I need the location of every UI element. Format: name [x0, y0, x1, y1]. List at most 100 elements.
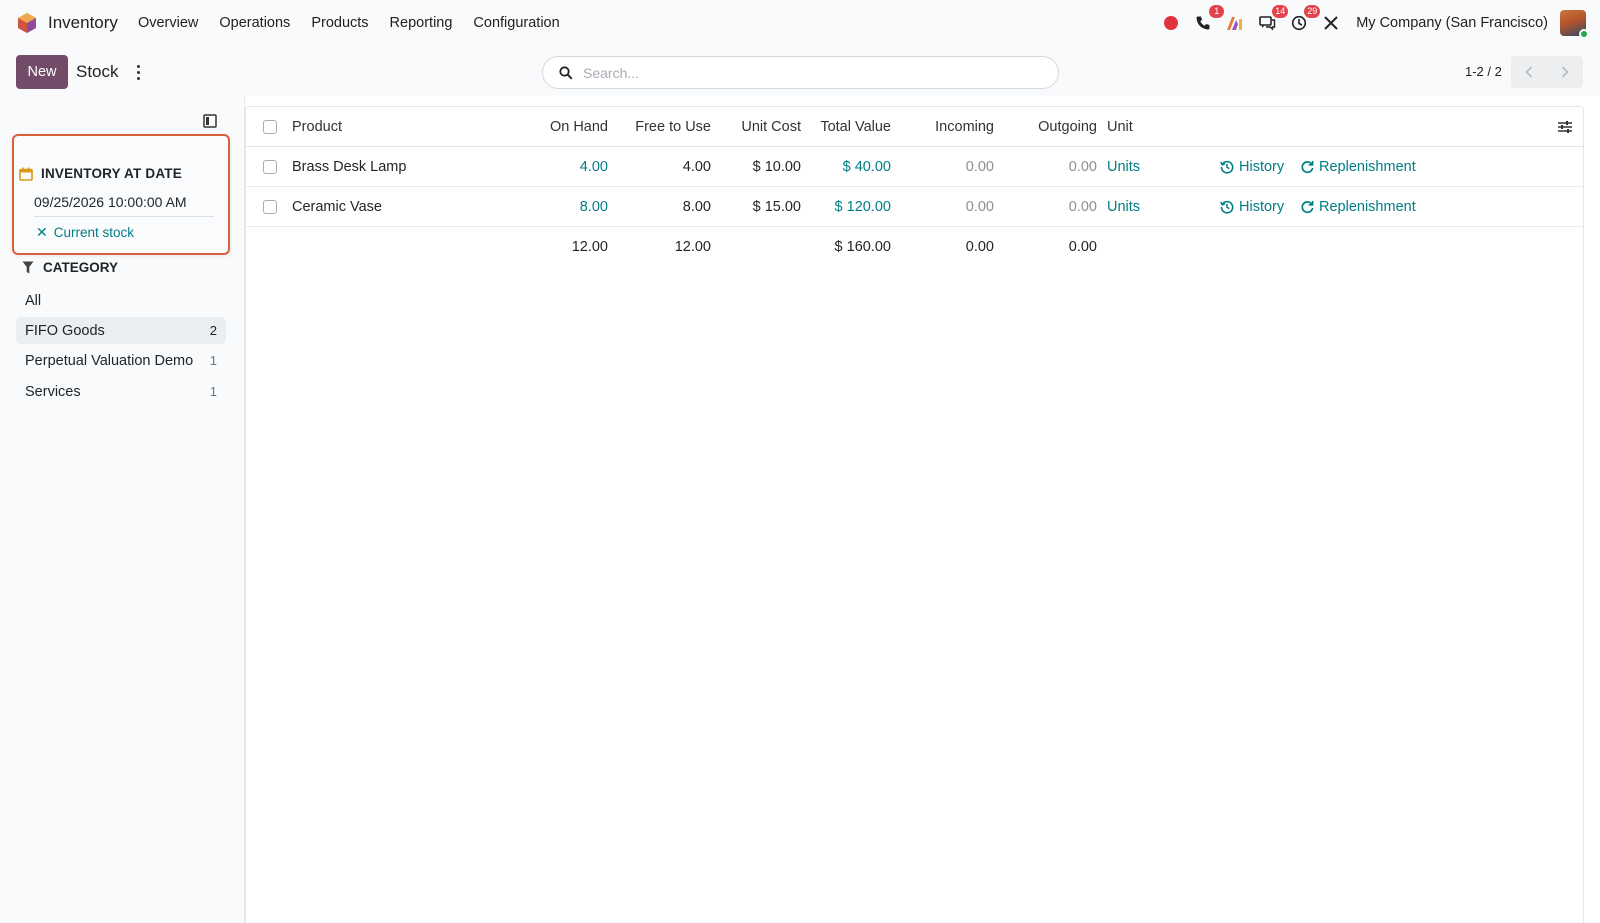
history-icon	[1220, 200, 1234, 214]
breadcrumb-stock: Stock	[76, 62, 119, 81]
category-item-services[interactable]: Services 1	[16, 378, 226, 405]
cell-total-value[interactable]: $ 120.00	[801, 187, 891, 227]
cell-outgoing: 0.00	[1068, 159, 1097, 175]
messages-badge: 14	[1272, 5, 1289, 18]
category-item-count: 1	[209, 384, 217, 399]
category-item-fifo-goods[interactable]: FIFO Goods 2	[16, 317, 226, 344]
pager-value[interactable]: 1-2 / 2	[1465, 64, 1502, 79]
app-name[interactable]: Inventory	[48, 13, 118, 33]
search-input[interactable]	[583, 64, 1023, 81]
user-avatar[interactable]	[1560, 10, 1589, 39]
recording-icon[interactable]	[1160, 12, 1182, 34]
col-product[interactable]: Product	[292, 107, 342, 147]
search-bar[interactable]	[542, 56, 1059, 89]
category-item-perpetual-valuation-demo[interactable]: Perpetual Valuation Demo 1	[16, 347, 226, 374]
pager-next-button[interactable]	[1547, 56, 1583, 88]
cell-unit[interactable]: Units	[1107, 187, 1140, 227]
cell-unit[interactable]: Units	[1107, 147, 1140, 187]
inventory-at-date-header: INVENTORY AT DATE	[19, 166, 182, 181]
col-total-value[interactable]: Total Value	[801, 107, 891, 147]
category-header: CATEGORY	[22, 260, 118, 275]
cell-product[interactable]: Ceramic Vase	[292, 187, 382, 227]
total-incoming: 0.00	[965, 239, 994, 255]
row-checkbox[interactable]	[263, 200, 277, 214]
cell-free-to-use: 4.00	[682, 159, 711, 175]
inventory-app-icon[interactable]	[16, 12, 38, 34]
category-item-label: Services	[25, 383, 81, 400]
phone-icon[interactable]: 1	[1192, 5, 1225, 34]
refresh-icon	[1301, 161, 1314, 174]
new-button[interactable]: New	[16, 55, 68, 89]
column-settings-icon[interactable]	[1557, 119, 1573, 135]
systray: 1 14 29 My Company (San Francisco)	[1150, 0, 1589, 46]
cell-on-hand[interactable]: 4.00	[516, 147, 608, 187]
phone-badge: 1	[1209, 5, 1225, 18]
current-stock-reset-button[interactable]: ✕ Current stock	[36, 224, 134, 241]
table-header: Product On Hand Free to Use Unit Cost To…	[246, 107, 1583, 147]
total-outgoing: 0.00	[1068, 239, 1097, 255]
cell-on-hand[interactable]: 8.00	[516, 187, 608, 227]
activities-badge: 29	[1304, 5, 1321, 18]
col-unit-cost[interactable]: Unit Cost	[716, 107, 801, 147]
col-on-hand[interactable]: On Hand	[516, 107, 608, 147]
calendar-icon	[19, 167, 33, 181]
col-free-to-use[interactable]: Free to Use	[611, 107, 711, 147]
category-item-all[interactable]: All	[16, 287, 226, 314]
history-label: History	[1239, 159, 1285, 175]
col-outgoing[interactable]: Outgoing	[1001, 107, 1097, 147]
cell-total-value[interactable]: $ 40.00	[801, 147, 891, 187]
category-item-count: 2	[209, 323, 217, 338]
category-item-label: All	[25, 292, 42, 309]
history-button[interactable]: History	[1220, 147, 1284, 187]
category-item-label: FIFO Goods	[25, 322, 105, 339]
col-unit[interactable]: Unit	[1107, 107, 1133, 147]
cell-unit-cost: $ 10.00	[752, 159, 801, 175]
close-icon: ✕	[36, 224, 48, 240]
replenishment-label: Replenishment	[1319, 159, 1416, 175]
total-free-to-use: 12.00	[674, 239, 711, 255]
category-item-label: Perpetual Valuation Demo	[25, 352, 194, 369]
messages-icon[interactable]: 14	[1256, 5, 1289, 34]
row-checkbox[interactable]	[263, 160, 277, 174]
replenishment-button[interactable]: Replenishment	[1301, 187, 1416, 227]
total-value: $ 160.00	[834, 239, 891, 255]
history-button[interactable]: History	[1220, 187, 1284, 227]
menu-reporting[interactable]: Reporting	[390, 15, 453, 31]
online-status-dot	[1579, 29, 1589, 39]
refresh-icon	[1301, 201, 1314, 214]
cell-unit-cost: $ 15.00	[752, 199, 801, 215]
inventory-at-date-title: INVENTORY AT DATE	[41, 166, 182, 181]
top-navbar: Inventory Overview Operations Products R…	[0, 0, 1600, 46]
company-switcher[interactable]: My Company (San Francisco)	[1356, 15, 1548, 31]
select-all-checkbox[interactable]	[263, 120, 277, 134]
pager-previous-button[interactable]	[1511, 56, 1547, 88]
chevron-left-icon	[1525, 66, 1533, 78]
filter-icon	[22, 261, 34, 274]
menu-operations[interactable]: Operations	[219, 15, 290, 31]
ai-assistant-icon[interactable]	[1224, 12, 1246, 34]
search-panel-sidebar: INVENTORY AT DATE 09/25/2026 10:00:00 AM…	[0, 96, 245, 923]
debug-tools-icon[interactable]	[1320, 12, 1342, 34]
actions-menu-icon[interactable]	[132, 62, 144, 82]
inventory-date-input[interactable]: 09/25/2026 10:00:00 AM	[34, 194, 214, 217]
sidebar-toggle-icon[interactable]	[203, 114, 217, 128]
replenishment-button[interactable]: Replenishment	[1301, 147, 1416, 187]
search-icon	[559, 65, 573, 80]
activities-clock-icon[interactable]: 29	[1288, 5, 1321, 34]
cell-free-to-use: 8.00	[682, 199, 711, 215]
menu-products[interactable]: Products	[311, 15, 368, 31]
total-on-hand: 12.00	[571, 239, 608, 255]
main-content: Product On Hand Free to Use Unit Cost To…	[245, 96, 1600, 923]
menu-overview[interactable]: Overview	[138, 15, 198, 31]
replenishment-label: Replenishment	[1319, 199, 1416, 215]
category-title: CATEGORY	[43, 260, 119, 275]
cell-outgoing: 0.00	[1068, 199, 1097, 215]
table-row[interactable]: Ceramic Vase 8.00 8.00 $ 15.00 $ 120.00 …	[246, 187, 1583, 227]
table-row[interactable]: Brass Desk Lamp 4.00 4.00 $ 10.00 $ 40.0…	[246, 147, 1583, 187]
menu-configuration[interactable]: Configuration	[473, 15, 559, 31]
history-icon	[1220, 160, 1234, 174]
cell-incoming: 0.00	[965, 199, 994, 215]
cell-incoming: 0.00	[965, 159, 994, 175]
col-incoming[interactable]: Incoming	[901, 107, 994, 147]
cell-product[interactable]: Brass Desk Lamp	[292, 147, 406, 187]
